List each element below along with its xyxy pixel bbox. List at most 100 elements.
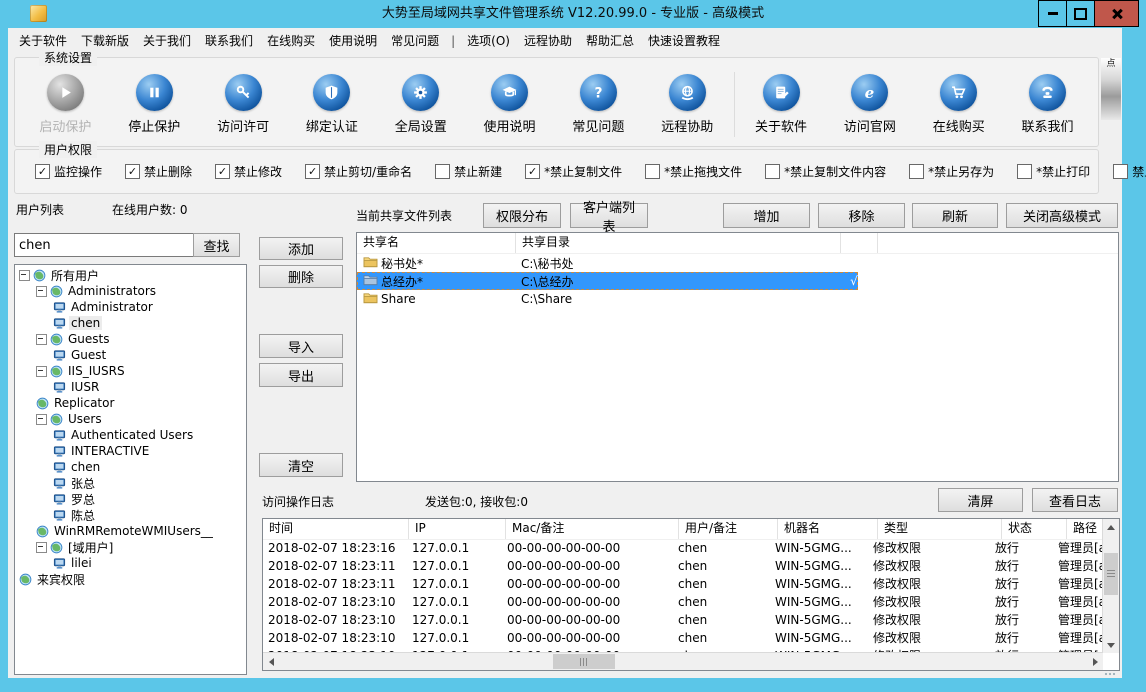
tree-item[interactable]: Users <box>15 411 246 427</box>
tree-item[interactable]: WinRMRemoteWMIUsers__ <box>15 523 246 539</box>
checkbox[interactable] <box>765 164 780 179</box>
menu-item[interactable]: 联系我们 <box>198 29 260 53</box>
tree-item[interactable]: 张总 <box>15 475 246 491</box>
checkbox[interactable]: ✓ <box>305 164 320 179</box>
toolbar-button[interactable]: 联系我们 <box>1003 74 1092 135</box>
log-column-header[interactable]: IP <box>409 519 506 539</box>
toolbar-button[interactable]: 远程协助 <box>643 74 732 135</box>
tree-item[interactable]: 罗总 <box>15 491 246 507</box>
clear-screen-button[interactable]: 清屏 <box>938 488 1023 512</box>
menu-item[interactable]: 在线购买 <box>260 29 322 53</box>
checkbox[interactable]: ✓ <box>215 164 230 179</box>
log-vertical-scrollbar[interactable] <box>1102 519 1119 653</box>
log-row[interactable]: 2018-02-07 18:23:11127.0.0.100-00-00-00-… <box>263 575 1103 593</box>
menu-item[interactable]: 常见问题 <box>384 29 446 53</box>
checkbox[interactable]: ✓ <box>125 164 140 179</box>
import-button[interactable]: 导入 <box>259 334 343 358</box>
tree-item[interactable]: Administrator <box>15 299 246 315</box>
horizontal-scroll-thumb[interactable] <box>553 654 615 669</box>
tree-expander[interactable] <box>36 542 47 553</box>
tree-item[interactable]: 所有用户 <box>15 267 246 283</box>
checkbox[interactable]: ✓ <box>525 164 540 179</box>
log-column-header[interactable]: 时间 <box>263 519 409 539</box>
tree-item[interactable]: IUSR <box>15 379 246 395</box>
add-user-button[interactable]: 添加 <box>259 237 343 260</box>
maximize-button[interactable] <box>1066 0 1095 27</box>
log-horizontal-scrollbar[interactable] <box>263 652 1103 670</box>
share-column-header[interactable]: 共享名 <box>357 233 516 253</box>
close-advanced-mode-button[interactable]: 关闭高级模式 <box>1006 203 1118 228</box>
tree-item[interactable]: INTERACTIVE <box>15 443 246 459</box>
toolbar-button[interactable]: 启动保护 <box>21 74 110 135</box>
menu-item[interactable]: 使用说明 <box>322 29 384 53</box>
scroll-right-button[interactable] <box>1087 653 1103 670</box>
permission-distribution-button[interactable]: 权限分布 <box>483 203 561 228</box>
log-row[interactable]: 2018-02-07 18:23:16127.0.0.100-00-00-00-… <box>263 539 1103 557</box>
tree-item[interactable]: chen <box>15 315 246 331</box>
checkbox[interactable] <box>1017 164 1032 179</box>
find-button[interactable]: 查找 <box>193 233 240 257</box>
share-column-header[interactable]: 共享目录 <box>516 233 841 253</box>
log-row[interactable]: 2018-02-07 18:23:10127.0.0.100-00-00-00-… <box>263 611 1103 629</box>
log-column-header[interactable]: 类型 <box>878 519 1002 539</box>
add-share-button[interactable]: 增加 <box>723 203 810 228</box>
toolbar-button[interactable]: ?常见问题 <box>554 74 643 135</box>
menu-item[interactable]: 帮助汇总 <box>579 29 641 53</box>
toolbar-button[interactable]: 绑定认证 <box>287 74 376 135</box>
menu-item[interactable]: 选项(O) <box>460 29 517 53</box>
toolbar-button[interactable]: e访问官网 <box>825 74 914 135</box>
log-row[interactable]: 2018-02-07 18:23:11127.0.0.100-00-00-00-… <box>263 557 1103 575</box>
menu-item[interactable]: 远程协助 <box>517 29 579 53</box>
toolbar-button[interactable]: 在线购买 <box>914 74 1003 135</box>
tree-item[interactable]: [域用户] <box>15 539 246 555</box>
delete-user-button[interactable]: 删除 <box>259 265 343 288</box>
vertical-scroll-thumb[interactable] <box>1104 553 1118 595</box>
tree-item[interactable]: IIS_IUSRS <box>15 363 246 379</box>
checkbox[interactable] <box>645 164 660 179</box>
client-list-button[interactable]: 客户端列表 <box>570 203 648 228</box>
minimize-button[interactable] <box>1038 0 1067 27</box>
search-input[interactable] <box>14 233 194 257</box>
toolbar-button[interactable]: 关于软件 <box>737 74 826 135</box>
toolbar-button[interactable]: 停止保护 <box>110 74 199 135</box>
tree-item[interactable]: chen <box>15 459 246 475</box>
menu-item[interactable]: 关于我们 <box>136 29 198 53</box>
log-row[interactable]: 2018-02-07 18:23:10127.0.0.100-00-00-00-… <box>263 593 1103 611</box>
scroll-up-button[interactable] <box>1103 519 1119 535</box>
remove-share-button[interactable]: 移除 <box>818 203 905 228</box>
checkbox[interactable] <box>1113 164 1128 179</box>
log-row[interactable]: 2018-02-07 18:23:10127.0.0.100-00-00-00-… <box>263 629 1103 647</box>
tree-item[interactable]: Authenticated Users <box>15 427 246 443</box>
tree-expander[interactable] <box>36 334 47 345</box>
checkbox[interactable] <box>909 164 924 179</box>
tree-item[interactable]: 来宾权限 <box>15 571 246 587</box>
tree-item[interactable]: 陈总 <box>15 507 246 523</box>
tree-item[interactable]: Guests <box>15 331 246 347</box>
log-column-header[interactable]: 机器名 <box>778 519 878 539</box>
menu-item[interactable]: 快速设置教程 <box>641 29 727 53</box>
checkbox[interactable] <box>435 164 450 179</box>
tree-item[interactable]: Replicator <box>15 395 246 411</box>
tree-expander[interactable] <box>36 286 47 297</box>
tree-expander[interactable] <box>36 414 47 425</box>
checkbox[interactable]: ✓ <box>35 164 50 179</box>
tree-expander[interactable] <box>19 270 30 281</box>
tree-item[interactable]: lilei <box>15 555 246 571</box>
export-button[interactable]: 导出 <box>259 363 343 387</box>
log-column-header[interactable]: 用户/备注 <box>679 519 778 539</box>
tree-expander[interactable] <box>36 366 47 377</box>
share-row[interactable]: 总经办*C:\总经办√ <box>357 272 858 290</box>
log-column-header[interactable]: 状态 <box>1002 519 1067 539</box>
toolbar-button[interactable]: 访问许可 <box>199 74 288 135</box>
view-log-button[interactable]: 查看日志 <box>1032 488 1118 512</box>
log-column-header[interactable]: Mac/备注 <box>506 519 679 539</box>
share-column-header[interactable] <box>841 233 878 253</box>
share-row[interactable]: 秘书处*C:\秘书处 <box>357 254 1118 272</box>
close-button[interactable] <box>1094 0 1139 27</box>
refresh-button[interactable]: 刷新 <box>912 203 998 228</box>
toolbar-button[interactable]: 使用说明 <box>465 74 554 135</box>
tree-item[interactable]: Guest <box>15 347 246 363</box>
clear-button[interactable]: 清空 <box>259 453 343 477</box>
tree-item[interactable]: Administrators <box>15 283 246 299</box>
share-row[interactable]: ShareC:\Share <box>357 290 1118 308</box>
